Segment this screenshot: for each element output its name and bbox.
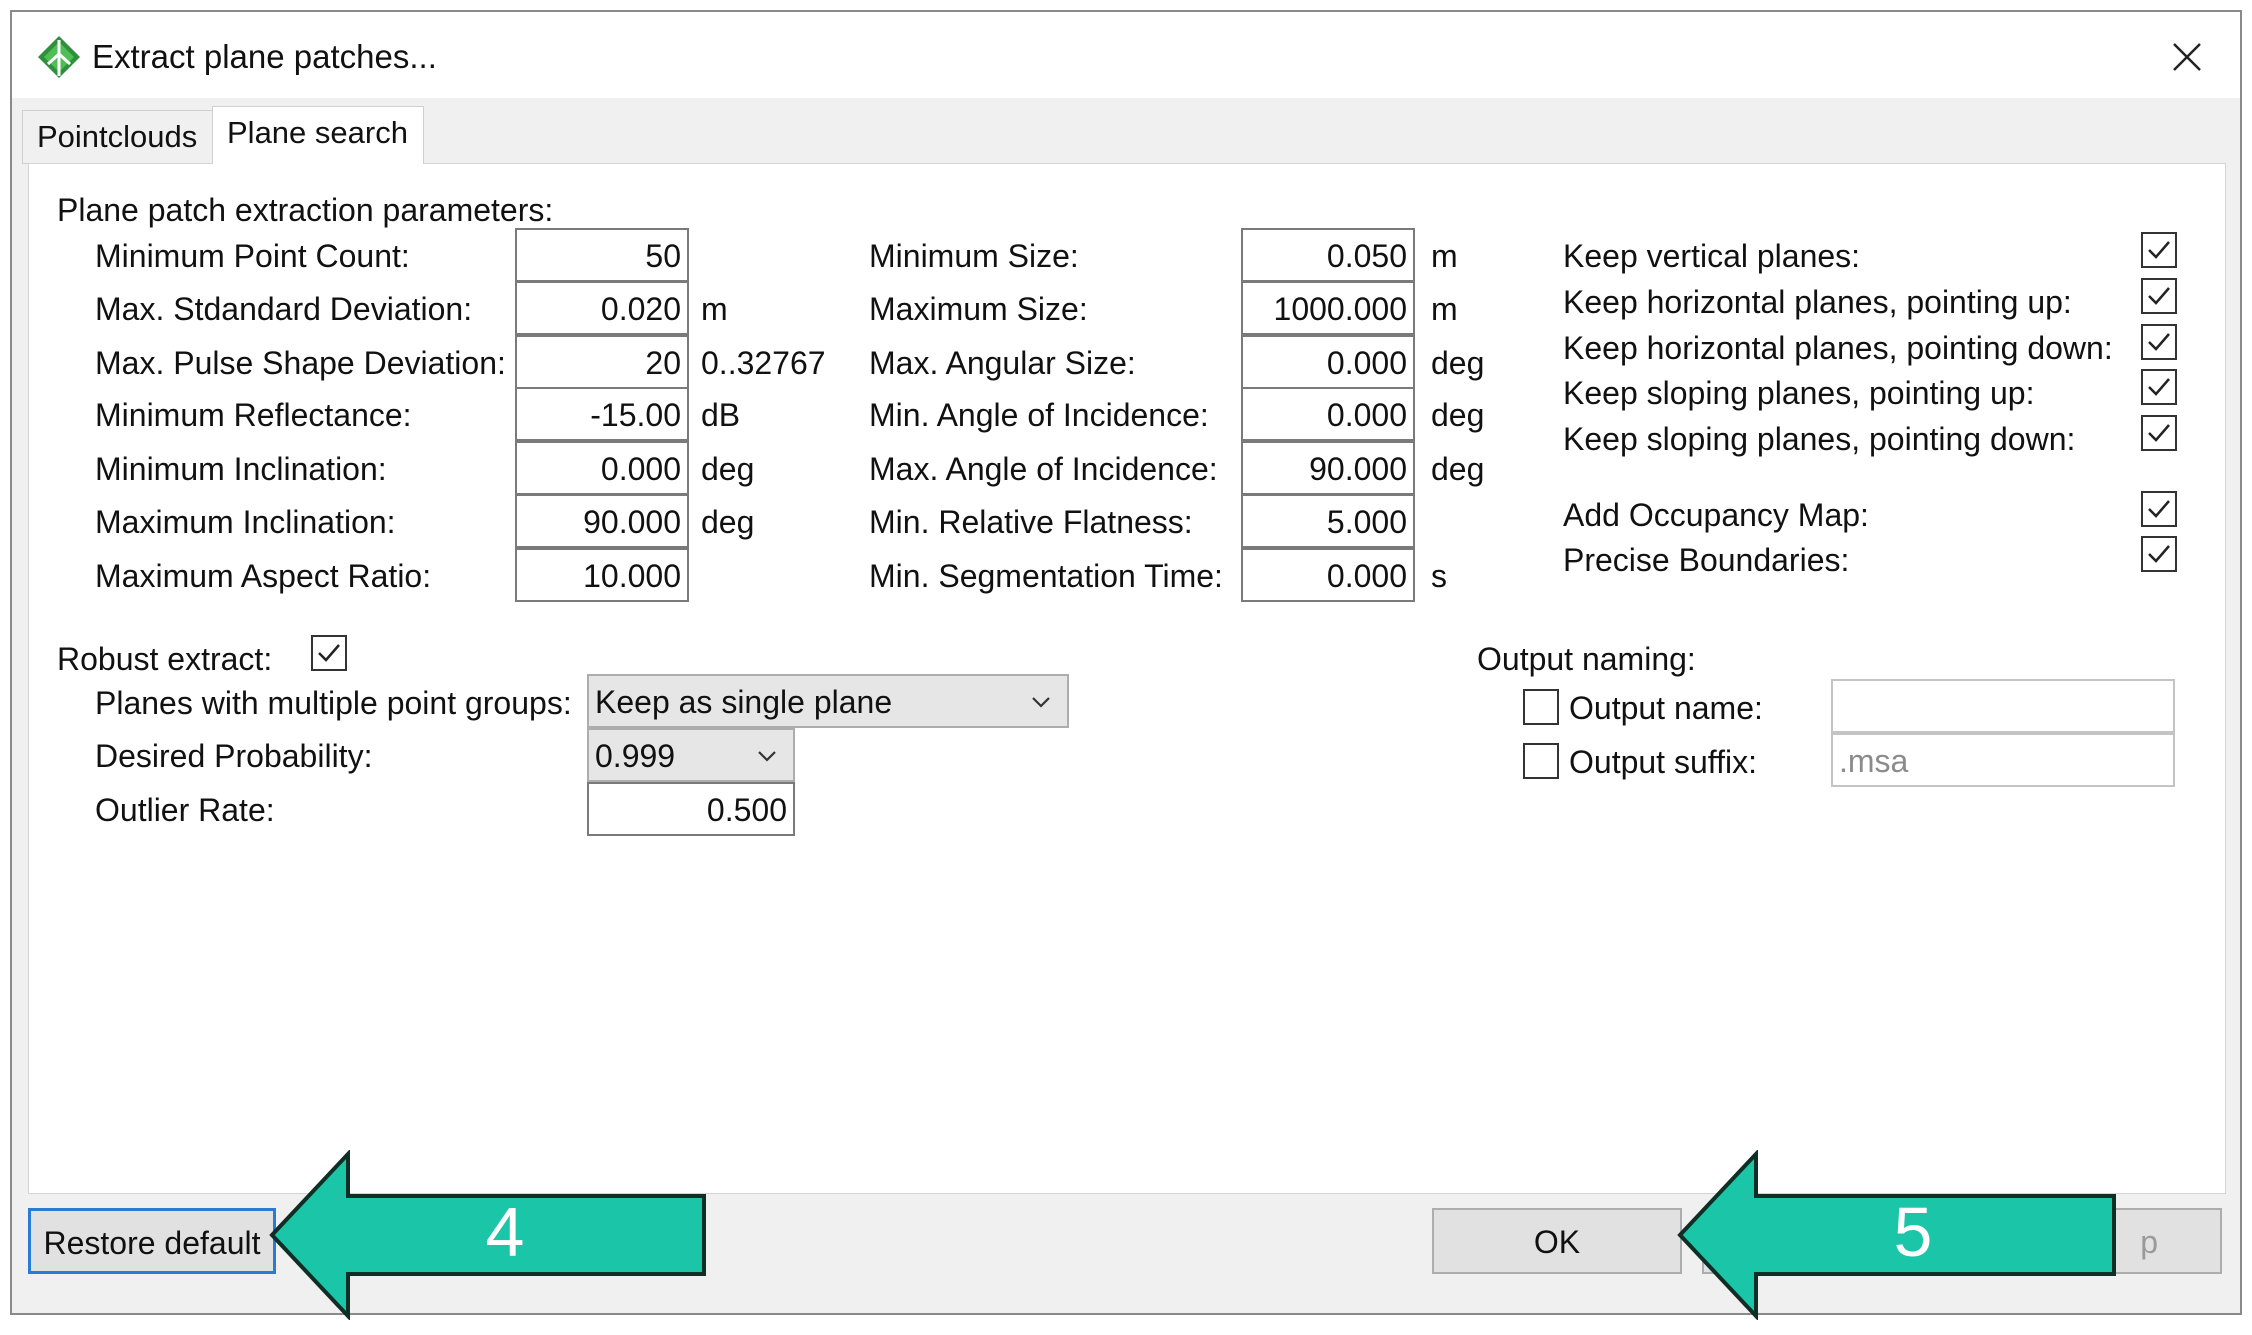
keep-sloping-up-label: Keep sloping planes, pointing up:: [1563, 375, 2035, 411]
max-size-label: Maximum Size:: [869, 291, 1088, 327]
window-title: Extract plane patches...: [92, 38, 437, 75]
annotation-number-4: 4: [485, 1193, 525, 1271]
multi-groups-select[interactable]: Keep as single plane: [587, 674, 1069, 728]
add-occupancy-map-checkbox[interactable]: [2141, 491, 2177, 527]
min-size-unit: m: [1431, 238, 1458, 274]
robust-extract-label: Robust extract:: [57, 641, 273, 677]
min-relative-flatness-label: Min. Relative Flatness:: [869, 504, 1193, 540]
tab-plane-search[interactable]: Plane search: [212, 106, 424, 164]
tab-bar: Pointclouds Plane search: [12, 98, 2240, 164]
min-relative-flatness-input[interactable]: 5.000: [1241, 494, 1415, 548]
min-angle-incidence-label: Min. Angle of Incidence:: [869, 397, 1209, 433]
max-angle-incidence-input[interactable]: 90.000: [1241, 441, 1415, 495]
max-aspect-ratio-label: Maximum Aspect Ratio:: [95, 558, 432, 594]
checkmark-icon: [2148, 545, 2170, 563]
checkmark-icon: [2148, 333, 2170, 351]
max-inclination-input[interactable]: 90.000: [515, 494, 689, 548]
outlier-rate-input[interactable]: 0.500: [587, 782, 795, 836]
max-angle-incidence-label: Max. Angle of Incidence:: [869, 451, 1218, 487]
desired-probability-label: Desired Probability:: [95, 738, 373, 774]
keep-sloping-up-checkbox[interactable]: [2141, 369, 2177, 405]
max-pulse-shape-deviation-unit: 0..32767: [701, 345, 826, 381]
checkmark-icon: [2148, 378, 2170, 396]
tab-pointclouds[interactable]: Pointclouds: [22, 110, 216, 164]
output-name-label: Output name:: [1569, 690, 1763, 726]
extract-plane-patches-dialog: Extract plane patches... Pointclouds Pla…: [10, 10, 2242, 1315]
output-name-checkbox[interactable]: [1523, 689, 1559, 725]
max-angular-size-unit: deg: [1431, 345, 1485, 381]
output-suffix-checkbox[interactable]: [1523, 743, 1559, 779]
min-inclination-input[interactable]: 0.000: [515, 441, 689, 495]
checkmark-icon: [2148, 424, 2170, 442]
min-inclination-label: Minimum Inclination:: [95, 451, 387, 487]
chevron-down-icon: [758, 751, 776, 762]
min-segmentation-time-label: Min. Segmentation Time:: [869, 558, 1223, 594]
min-segmentation-time-input[interactable]: 0.000: [1241, 548, 1415, 602]
output-naming-title: Output naming:: [1477, 641, 1696, 677]
min-reflectance-unit: dB: [701, 397, 741, 433]
min-segmentation-time-unit: s: [1431, 558, 1447, 594]
keep-sloping-down-label: Keep sloping planes, pointing down:: [1563, 421, 2076, 457]
min-point-count-label: Minimum Point Count:: [95, 238, 410, 274]
max-size-input[interactable]: 1000.000: [1241, 281, 1415, 335]
output-suffix-label: Output suffix:: [1569, 744, 1757, 780]
max-size-unit: m: [1431, 291, 1458, 327]
max-pulse-shape-deviation-label: Max. Pulse Shape Deviation:: [95, 345, 506, 381]
precise-boundaries-label: Precise Boundaries:: [1563, 542, 1850, 578]
restore-default-button[interactable]: Restore default: [28, 1208, 276, 1274]
keep-vertical-planes-checkbox[interactable]: [2141, 232, 2177, 268]
max-inclination-label: Maximum Inclination:: [95, 504, 396, 540]
min-angle-incidence-unit: deg: [1431, 397, 1485, 433]
max-std-deviation-label: Max. Stdandard Deviation:: [95, 291, 473, 327]
output-suffix-input[interactable]: .msa: [1831, 733, 2175, 787]
section-title: Plane patch extraction parameters:: [57, 192, 554, 228]
max-aspect-ratio-input[interactable]: 10.000: [515, 548, 689, 602]
app-logo-icon: [38, 36, 80, 78]
max-std-deviation-input[interactable]: 0.020: [515, 281, 689, 335]
min-inclination-unit: deg: [701, 451, 755, 487]
min-size-label: Minimum Size:: [869, 238, 1079, 274]
precise-boundaries-checkbox[interactable]: [2141, 536, 2177, 572]
ok-button[interactable]: OK: [1432, 1208, 1682, 1274]
keep-vertical-planes-label: Keep vertical planes:: [1563, 238, 1861, 274]
add-occupancy-map-label: Add Occupancy Map:: [1563, 497, 1869, 533]
min-angle-incidence-input[interactable]: 0.000: [1241, 387, 1415, 441]
annotation-number-5: 5: [1893, 1193, 1933, 1271]
min-size-input[interactable]: 0.050: [1241, 228, 1415, 282]
min-reflectance-input[interactable]: -15.00: [515, 387, 689, 441]
max-pulse-shape-deviation-input[interactable]: 20: [515, 335, 689, 389]
min-reflectance-label: Minimum Reflectance:: [95, 397, 412, 433]
checkmark-icon: [2148, 500, 2170, 518]
checkmark-icon: [318, 644, 340, 662]
robust-extract-checkbox[interactable]: [311, 635, 347, 671]
title-bar: Extract plane patches...: [12, 12, 2240, 98]
outlier-rate-label: Outlier Rate:: [95, 792, 275, 828]
keep-horizontal-down-checkbox[interactable]: [2141, 324, 2177, 360]
plane-search-panel: Plane patch extraction parameters: Minim…: [28, 163, 2226, 1194]
screen: Extract plane patches... Pointclouds Pla…: [0, 0, 2252, 1335]
keep-horizontal-up-label: Keep horizontal planes, pointing up:: [1563, 284, 2072, 320]
keep-sloping-down-checkbox[interactable]: [2141, 415, 2177, 451]
keep-horizontal-down-label: Keep horizontal planes, pointing down:: [1563, 330, 2113, 366]
close-icon[interactable]: [2164, 34, 2210, 80]
keep-horizontal-up-checkbox[interactable]: [2141, 278, 2177, 314]
output-name-input[interactable]: [1831, 679, 2175, 733]
min-point-count-input[interactable]: 50: [515, 228, 689, 282]
max-angle-incidence-unit: deg: [1431, 451, 1485, 487]
desired-probability-value: 0.999: [595, 738, 676, 774]
checkmark-icon: [2148, 241, 2170, 259]
chevron-down-icon: [1032, 697, 1050, 708]
max-inclination-unit: deg: [701, 504, 755, 540]
multi-groups-label: Planes with multiple point groups:: [95, 685, 572, 721]
max-std-deviation-unit: m: [701, 291, 728, 327]
checkmark-icon: [2148, 287, 2170, 305]
desired-probability-select[interactable]: 0.999: [587, 728, 795, 782]
max-angular-size-input[interactable]: 0.000: [1241, 335, 1415, 389]
max-angular-size-label: Max. Angular Size:: [869, 345, 1136, 381]
multi-groups-value: Keep as single plane: [595, 684, 893, 720]
